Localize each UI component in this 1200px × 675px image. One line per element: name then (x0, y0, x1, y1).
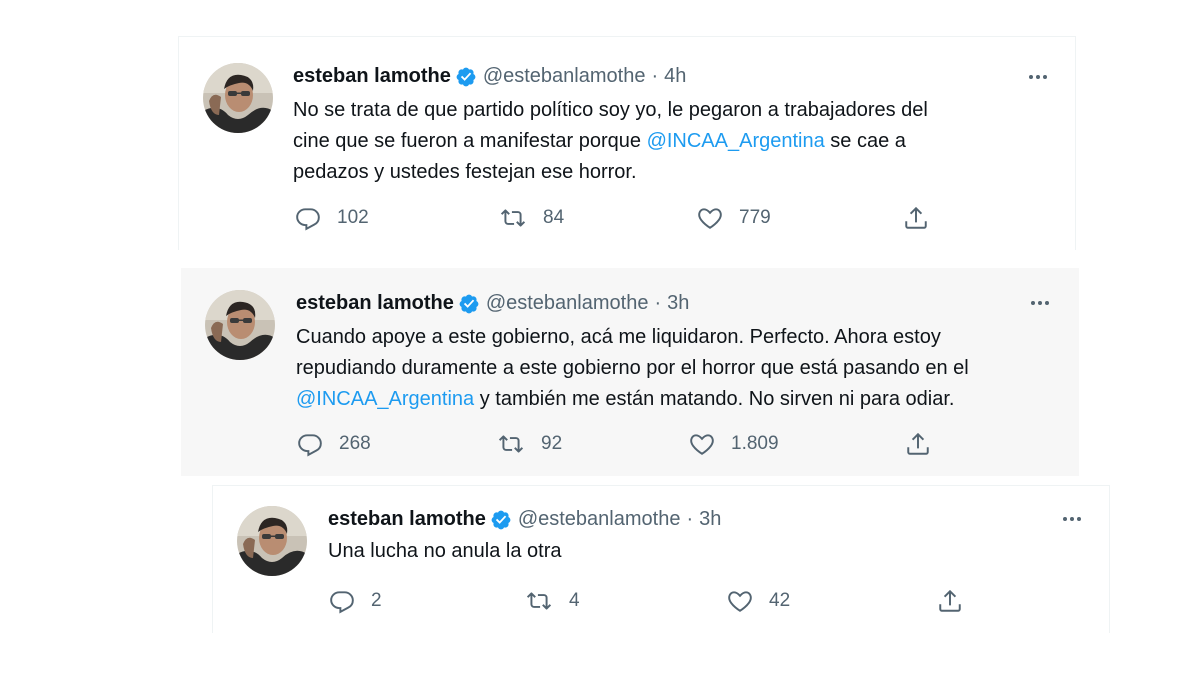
share-button[interactable] (903, 205, 945, 231)
like-count: 42 (769, 590, 791, 611)
tweet-text: Una lucha no anula la otra (328, 536, 1068, 567)
retweet-button[interactable]: 84 (499, 205, 564, 231)
reply-button[interactable]: 102 (295, 205, 369, 231)
tweet-line-part: se cae a (824, 130, 906, 152)
reply-count: 2 (371, 590, 382, 611)
more-options-icon[interactable] (1063, 517, 1081, 521)
more-options-icon[interactable] (1031, 301, 1049, 305)
separator: · (654, 292, 662, 314)
retweet-button[interactable]: 92 (497, 431, 562, 457)
tweet-text: Cuando apoye a este gobierno, acá me liq… (296, 322, 1056, 415)
share-icon (937, 588, 963, 614)
mention-link[interactable]: @INCAA_Argentina (296, 388, 474, 410)
tweet-text: No se trata de que partido político soy … (293, 95, 1033, 188)
retweet-button[interactable]: 4 (525, 588, 580, 614)
tweet-line-part: cine que se fueron a manifestar porque (293, 130, 647, 152)
reply-button[interactable]: 268 (297, 431, 371, 457)
tweet-line: cine que se fueron a manifestar porque @… (293, 126, 1033, 157)
avatar[interactable] (203, 63, 273, 133)
like-count: 1.809 (731, 433, 779, 454)
like-count: 779 (739, 207, 771, 228)
tweet-line: Una lucha no anula la otra (328, 540, 562, 562)
like-button[interactable]: 1.809 (689, 431, 779, 457)
like-button[interactable]: 42 (727, 588, 790, 614)
tweet-card[interactable]: esteban lamothe @estebanlamothe · 3h Cua… (181, 268, 1079, 476)
author-name[interactable]: esteban lamothe (293, 65, 451, 88)
share-button[interactable] (905, 431, 947, 457)
timestamp[interactable]: 3h (699, 508, 721, 531)
retweet-count: 84 (543, 207, 565, 228)
tweet-line: pedazos y ustedes festejan ese horror. (293, 161, 637, 183)
like-button[interactable]: 779 (697, 205, 771, 231)
avatar[interactable] (237, 506, 307, 576)
verified-badge-icon (455, 66, 477, 88)
retweet-count: 92 (541, 433, 563, 454)
verified-badge-icon (458, 293, 480, 315)
share-icon (903, 205, 929, 231)
author-name[interactable]: esteban lamothe (328, 508, 486, 531)
timestamp[interactable]: 3h (667, 292, 689, 315)
author-name[interactable]: esteban lamothe (296, 292, 454, 315)
retweet-icon (499, 205, 527, 231)
heart-icon (727, 588, 753, 614)
reply-icon (329, 588, 355, 614)
avatar[interactable] (205, 290, 275, 360)
author-handle[interactable]: @estebanlamothe (483, 65, 646, 88)
reply-count: 268 (339, 433, 371, 454)
tweet-line: repudiando duramente a este gobierno por… (296, 357, 969, 379)
share-button[interactable] (937, 588, 979, 614)
mention-link[interactable]: @INCAA_Argentina (647, 130, 825, 152)
retweet-icon (497, 431, 525, 457)
tweet-line: Cuando apoye a este gobierno, acá me liq… (296, 326, 941, 348)
tweet-line: @INCAA_Argentina y también me están mata… (296, 384, 1056, 415)
reply-button[interactable]: 2 (329, 588, 382, 614)
reply-icon (297, 431, 323, 457)
tweet-line: No se trata de que partido político soy … (293, 99, 928, 121)
heart-icon (689, 431, 715, 457)
reply-icon (295, 205, 321, 231)
separator: · (686, 508, 694, 530)
share-icon (905, 431, 931, 457)
tweet-card[interactable]: esteban lamothe @estebanlamothe · 4h No … (178, 36, 1076, 250)
more-options-icon[interactable] (1029, 75, 1047, 79)
tweet-card[interactable]: esteban lamothe @estebanlamothe · 3h Una… (212, 485, 1110, 633)
author-handle[interactable]: @estebanlamothe (486, 292, 649, 315)
retweet-icon (525, 588, 553, 614)
heart-icon (697, 205, 723, 231)
tweet-line-part: y también me están matando. No sirven ni… (474, 388, 955, 410)
author-handle[interactable]: @estebanlamothe (518, 508, 681, 531)
timestamp[interactable]: 4h (664, 65, 686, 88)
verified-badge-icon (490, 509, 512, 531)
separator: · (651, 65, 659, 87)
reply-count: 102 (337, 207, 369, 228)
retweet-count: 4 (569, 590, 580, 611)
